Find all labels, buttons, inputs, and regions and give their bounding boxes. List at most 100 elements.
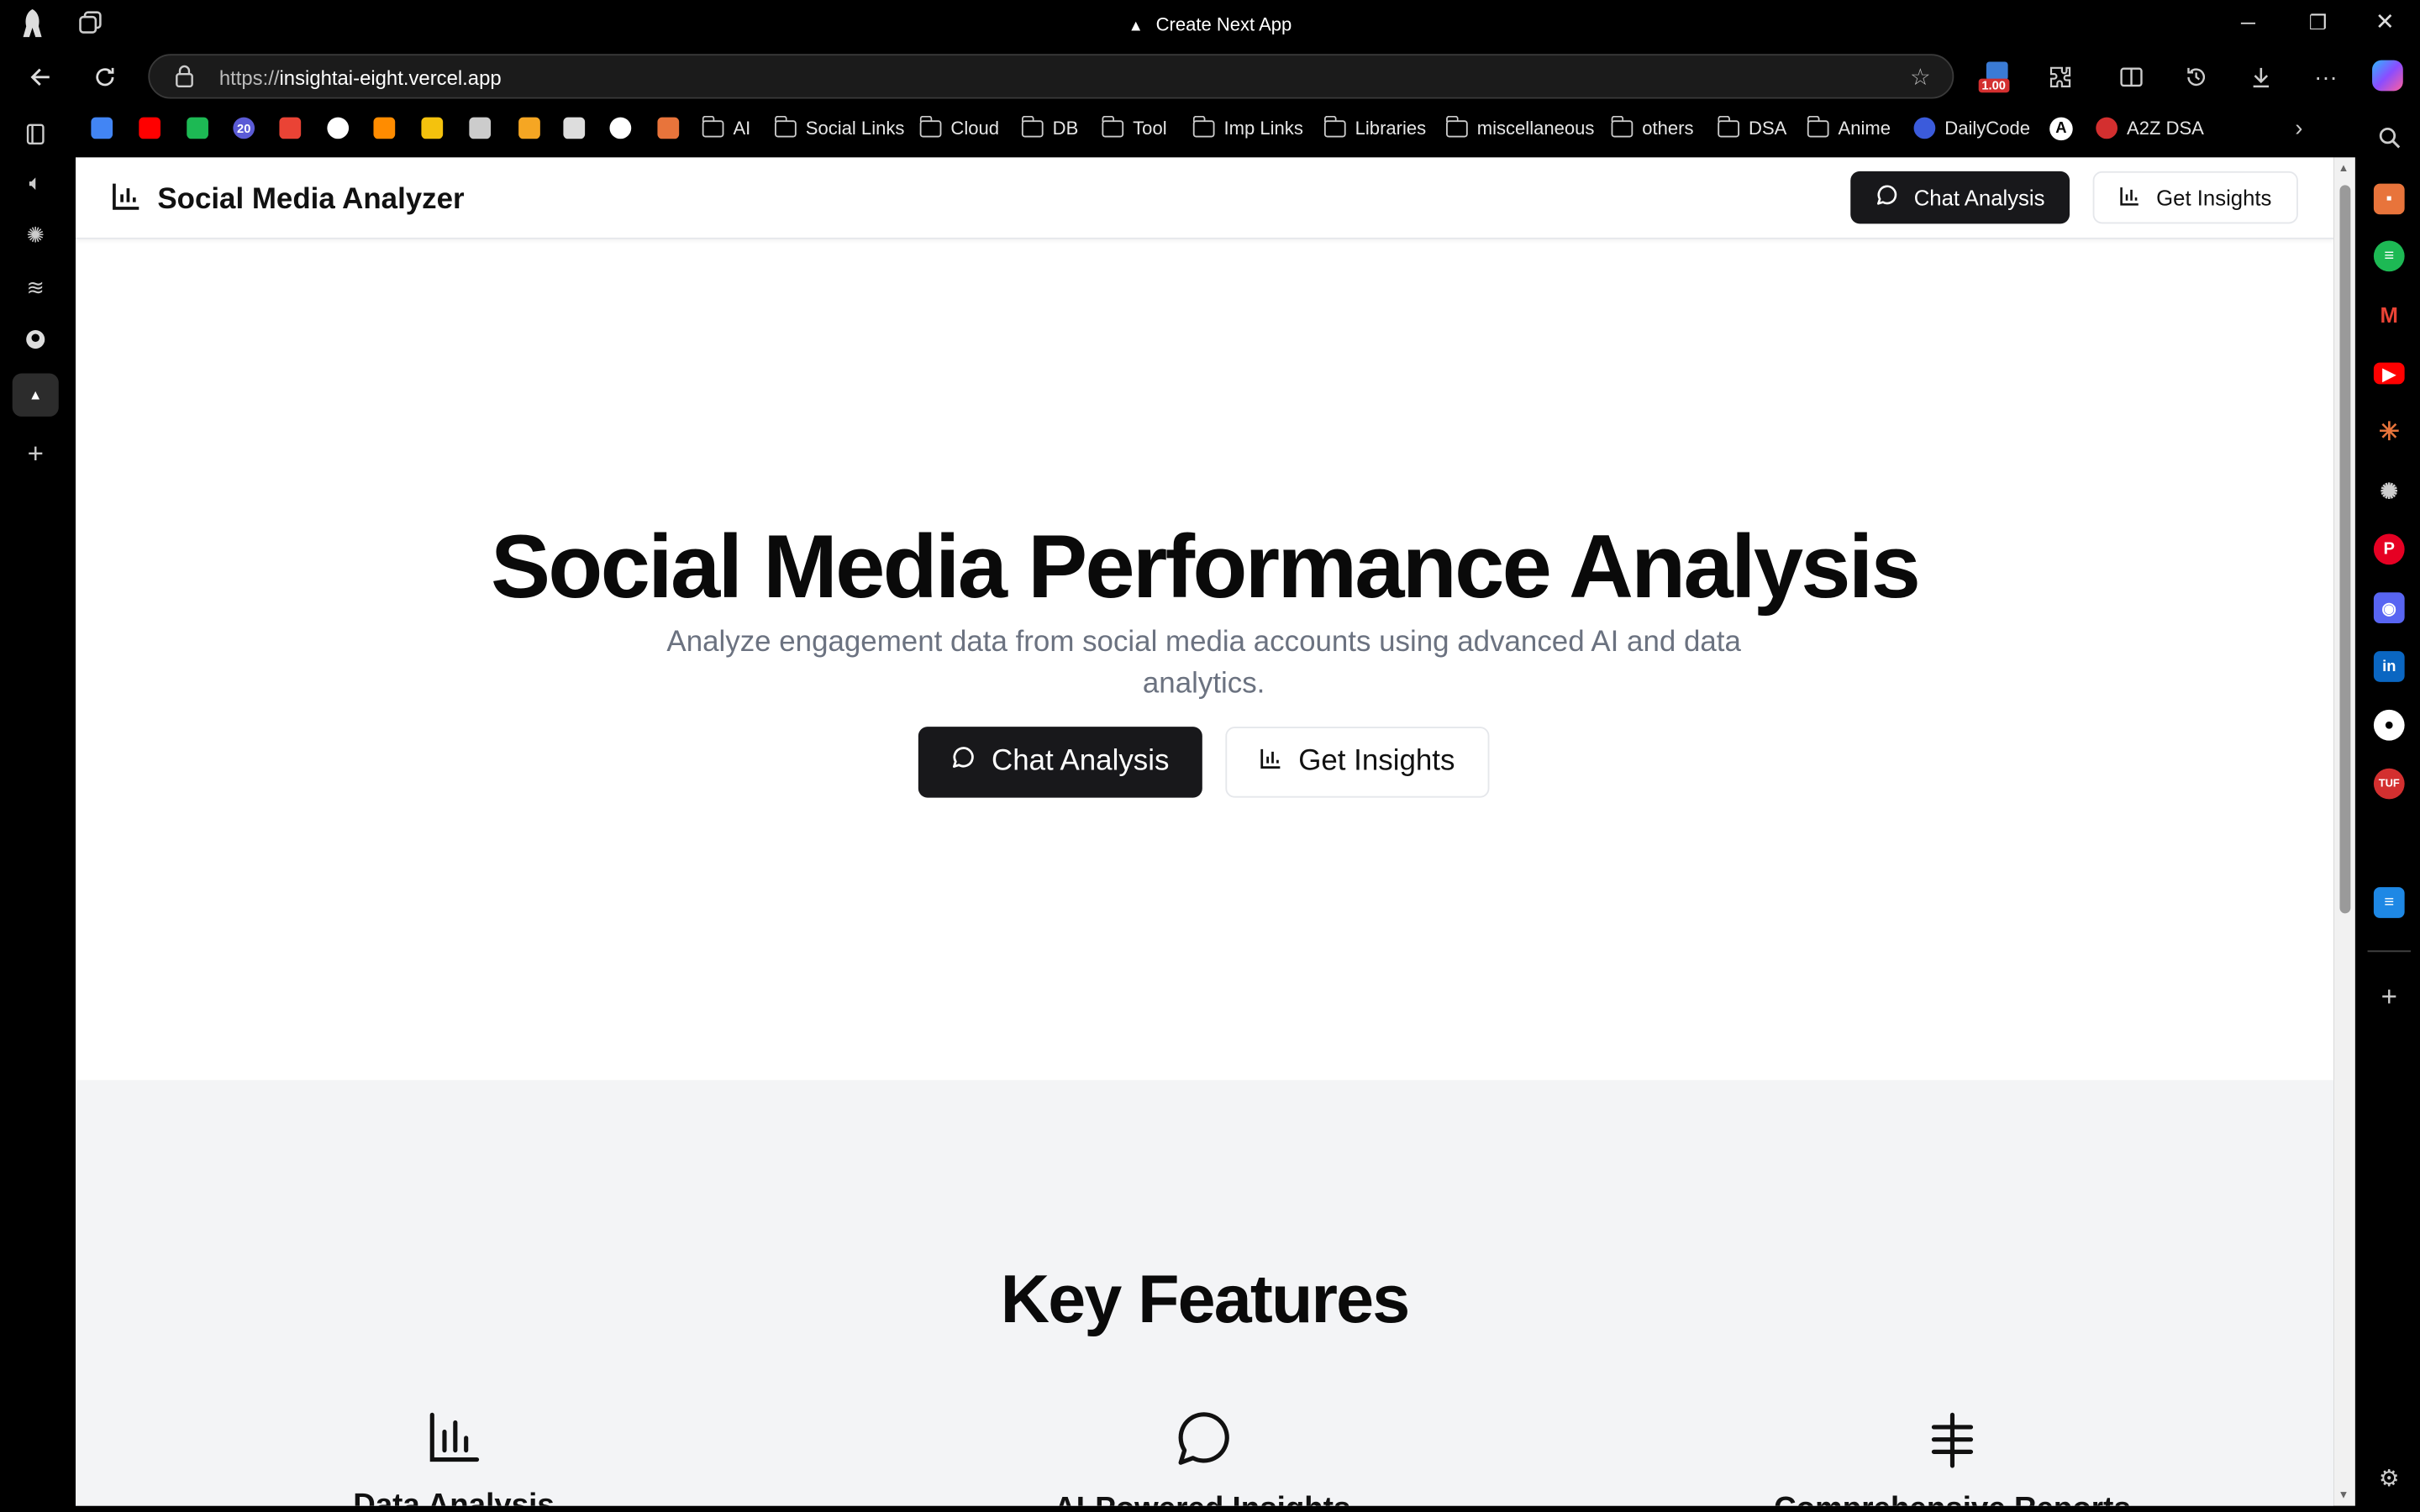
address-bar[interactable]: https://insightai-eight.vercel.app ☆ (148, 54, 1954, 99)
photos-favicon-icon (421, 117, 444, 139)
bar-chart-icon (2119, 184, 2141, 210)
bookmark-dailycode[interactable]: DailyCode (1913, 113, 2030, 144)
bookmark-folder-imp-links[interactable]: Imp Links (1192, 113, 1303, 144)
restore-button[interactable]: ❐ (2309, 11, 2327, 35)
bookmark-folder-cloud[interactable]: Cloud (918, 113, 1000, 144)
bookmark-openai[interactable] (563, 113, 586, 144)
scroll-up-arrow-icon[interactable]: ▲ (2338, 164, 2349, 175)
settings-gear-icon[interactable]: ⚙︎ (2374, 1462, 2405, 1494)
feature-label: Comprehensive Reports (1628, 1492, 2276, 1506)
bookmark-lightning[interactable] (518, 113, 540, 144)
bookmark-github[interactable] (327, 113, 350, 144)
bookmark-folder-libraries[interactable]: Libraries (1323, 113, 1426, 144)
briefcase-icon[interactable]: ▪ (2373, 183, 2405, 215)
document-icon[interactable]: ≡ (2373, 887, 2405, 918)
chatgpt-icon[interactable]: ✺ (2374, 475, 2405, 507)
bookmark-folder-ai[interactable]: AI (701, 113, 751, 144)
back-button[interactable] (24, 60, 57, 94)
wave-tab-icon[interactable]: ≋ (18, 270, 52, 303)
tuf-favicon-icon (2096, 117, 2118, 139)
pinterest-icon[interactable]: P (2373, 533, 2405, 565)
site-brand[interactable]: Social Media Analyzer (111, 181, 465, 221)
feature-comprehensive-reports: Comprehensive Reports (1628, 1410, 2276, 1506)
extension-badge: 1.00 (1978, 78, 2009, 93)
discord-icon[interactable]: ◉ (2373, 592, 2405, 624)
bookmark-photos[interactable] (421, 113, 444, 144)
bookmark-folder-tool[interactable]: Tool (1101, 113, 1167, 144)
hero-chat-analysis-button[interactable]: Chat Analysis (918, 727, 1202, 798)
bookmark-google[interactable] (91, 113, 113, 144)
bookmark-folder-dsa[interactable]: DSA (1717, 113, 1786, 144)
gmail-icon[interactable]: M (2374, 299, 2405, 330)
openai-tab-icon[interactable]: ✺ (18, 218, 52, 251)
refresh-button[interactable] (88, 60, 122, 94)
features-title: Key Features (1000, 1262, 1410, 1338)
bookmark-youtube[interactable] (139, 113, 161, 144)
bookmark-x[interactable] (609, 113, 632, 144)
youtube-favicon-icon (139, 117, 161, 139)
bookmark-folder-db[interactable]: DB (1021, 113, 1078, 144)
minimize-button[interactable]: ─ (2241, 11, 2255, 34)
bookmark-folder-label: Imp Links (1223, 117, 1303, 139)
copilot-icon[interactable] (2372, 60, 2403, 92)
bookmark-a-logo[interactable]: A (2049, 113, 2073, 144)
close-window-button[interactable]: ✕ (2375, 8, 2395, 35)
chat-bubble-icon (1173, 1412, 1232, 1475)
bookmark-folder-miscellaneous[interactable]: miscellaneous (1445, 113, 1594, 144)
bookmark-folder-label: AI (733, 117, 751, 139)
hash-icon (1924, 1412, 1980, 1475)
bookmark-spotify[interactable] (187, 113, 208, 144)
bookmark-infinity[interactable] (373, 113, 396, 144)
header-get-insights-button[interactable]: Get Insights (2092, 171, 2298, 224)
feature-data-analysis: Data Analysis (129, 1410, 777, 1506)
extensions-icon[interactable] (2044, 60, 2077, 94)
bookmark-folder-label: Cloud (950, 117, 1000, 139)
folder-icon (1610, 114, 1634, 137)
hero-get-insights-button[interactable]: Get Insights (1225, 727, 1490, 798)
scrollbar-thumb[interactable] (2339, 185, 2351, 914)
speaker-icon[interactable]: 🔈︎ (18, 165, 52, 199)
add-sidebar-app-icon[interactable]: + (2374, 980, 2405, 1012)
bookmark-folder-others[interactable]: others (1610, 113, 1694, 144)
claude-icon[interactable]: ✳ (2374, 417, 2405, 448)
header-chat-analysis-button[interactable]: Chat Analysis (1850, 171, 2070, 224)
bookmark-folder-label: others (1642, 117, 1694, 139)
bookmark-claude[interactable] (657, 113, 680, 144)
feature-label: AI-Powered Insights (878, 1492, 1526, 1506)
github-tab-icon[interactable] (18, 323, 52, 356)
tab-actions-icon[interactable] (18, 118, 52, 151)
bookmarks-overflow-chevron-icon[interactable]: › (2295, 113, 2302, 144)
bookmark-counter-20[interactable]: 20 (233, 113, 255, 144)
bookmark-calendar[interactable] (469, 113, 492, 144)
bookmark-folder-social-links[interactable]: Social Links (774, 113, 904, 144)
youtube-icon[interactable]: ▶ (2373, 362, 2405, 385)
bar-chart-icon (426, 1412, 481, 1472)
more-menu-icon[interactable]: ··· (2309, 60, 2343, 94)
page-scrollbar[interactable]: ▲ ▼ (2333, 157, 2355, 1506)
github-favicon-icon (327, 117, 350, 139)
bookmark-gmail[interactable] (279, 113, 302, 144)
tuf-icon[interactable]: TUF (2373, 768, 2405, 800)
spotify-icon[interactable]: ≡ (2373, 240, 2405, 272)
active-tab-vercel-icon[interactable]: ▲ (12, 373, 59, 417)
history-icon[interactable] (2179, 60, 2212, 94)
feature-label: Data Analysis (129, 1488, 777, 1505)
sidebar-divider (2367, 950, 2411, 953)
lightning-favicon-icon (518, 117, 540, 139)
url-text[interactable]: https://insightai-eight.vercel.app (219, 66, 502, 90)
lock-icon[interactable] (175, 65, 195, 96)
split-screen-icon[interactable] (2114, 60, 2148, 94)
bookmark-a2z-dsa[interactable]: A2Z DSA (2096, 113, 2204, 144)
favorite-star-icon[interactable]: ☆ (1910, 63, 1931, 91)
feature-ai-insights: AI-Powered Insights (878, 1410, 1526, 1506)
bookmark-folder-anime[interactable]: Anime (1807, 113, 1891, 144)
bookmark-folder-label: Anime (1838, 117, 1891, 139)
new-tab-plus-icon[interactable]: + (18, 437, 52, 470)
search-icon[interactable] (2374, 122, 2405, 153)
linkedin-icon[interactable]: in (2373, 651, 2405, 682)
letter-a-icon: A (2049, 116, 2073, 140)
github-icon[interactable]: ● (2373, 709, 2405, 741)
extension-badge-icon[interactable]: 1.00 (1978, 59, 2016, 99)
downloads-icon[interactable] (2244, 60, 2278, 94)
scroll-down-arrow-icon[interactable]: ▼ (2338, 1490, 2349, 1501)
